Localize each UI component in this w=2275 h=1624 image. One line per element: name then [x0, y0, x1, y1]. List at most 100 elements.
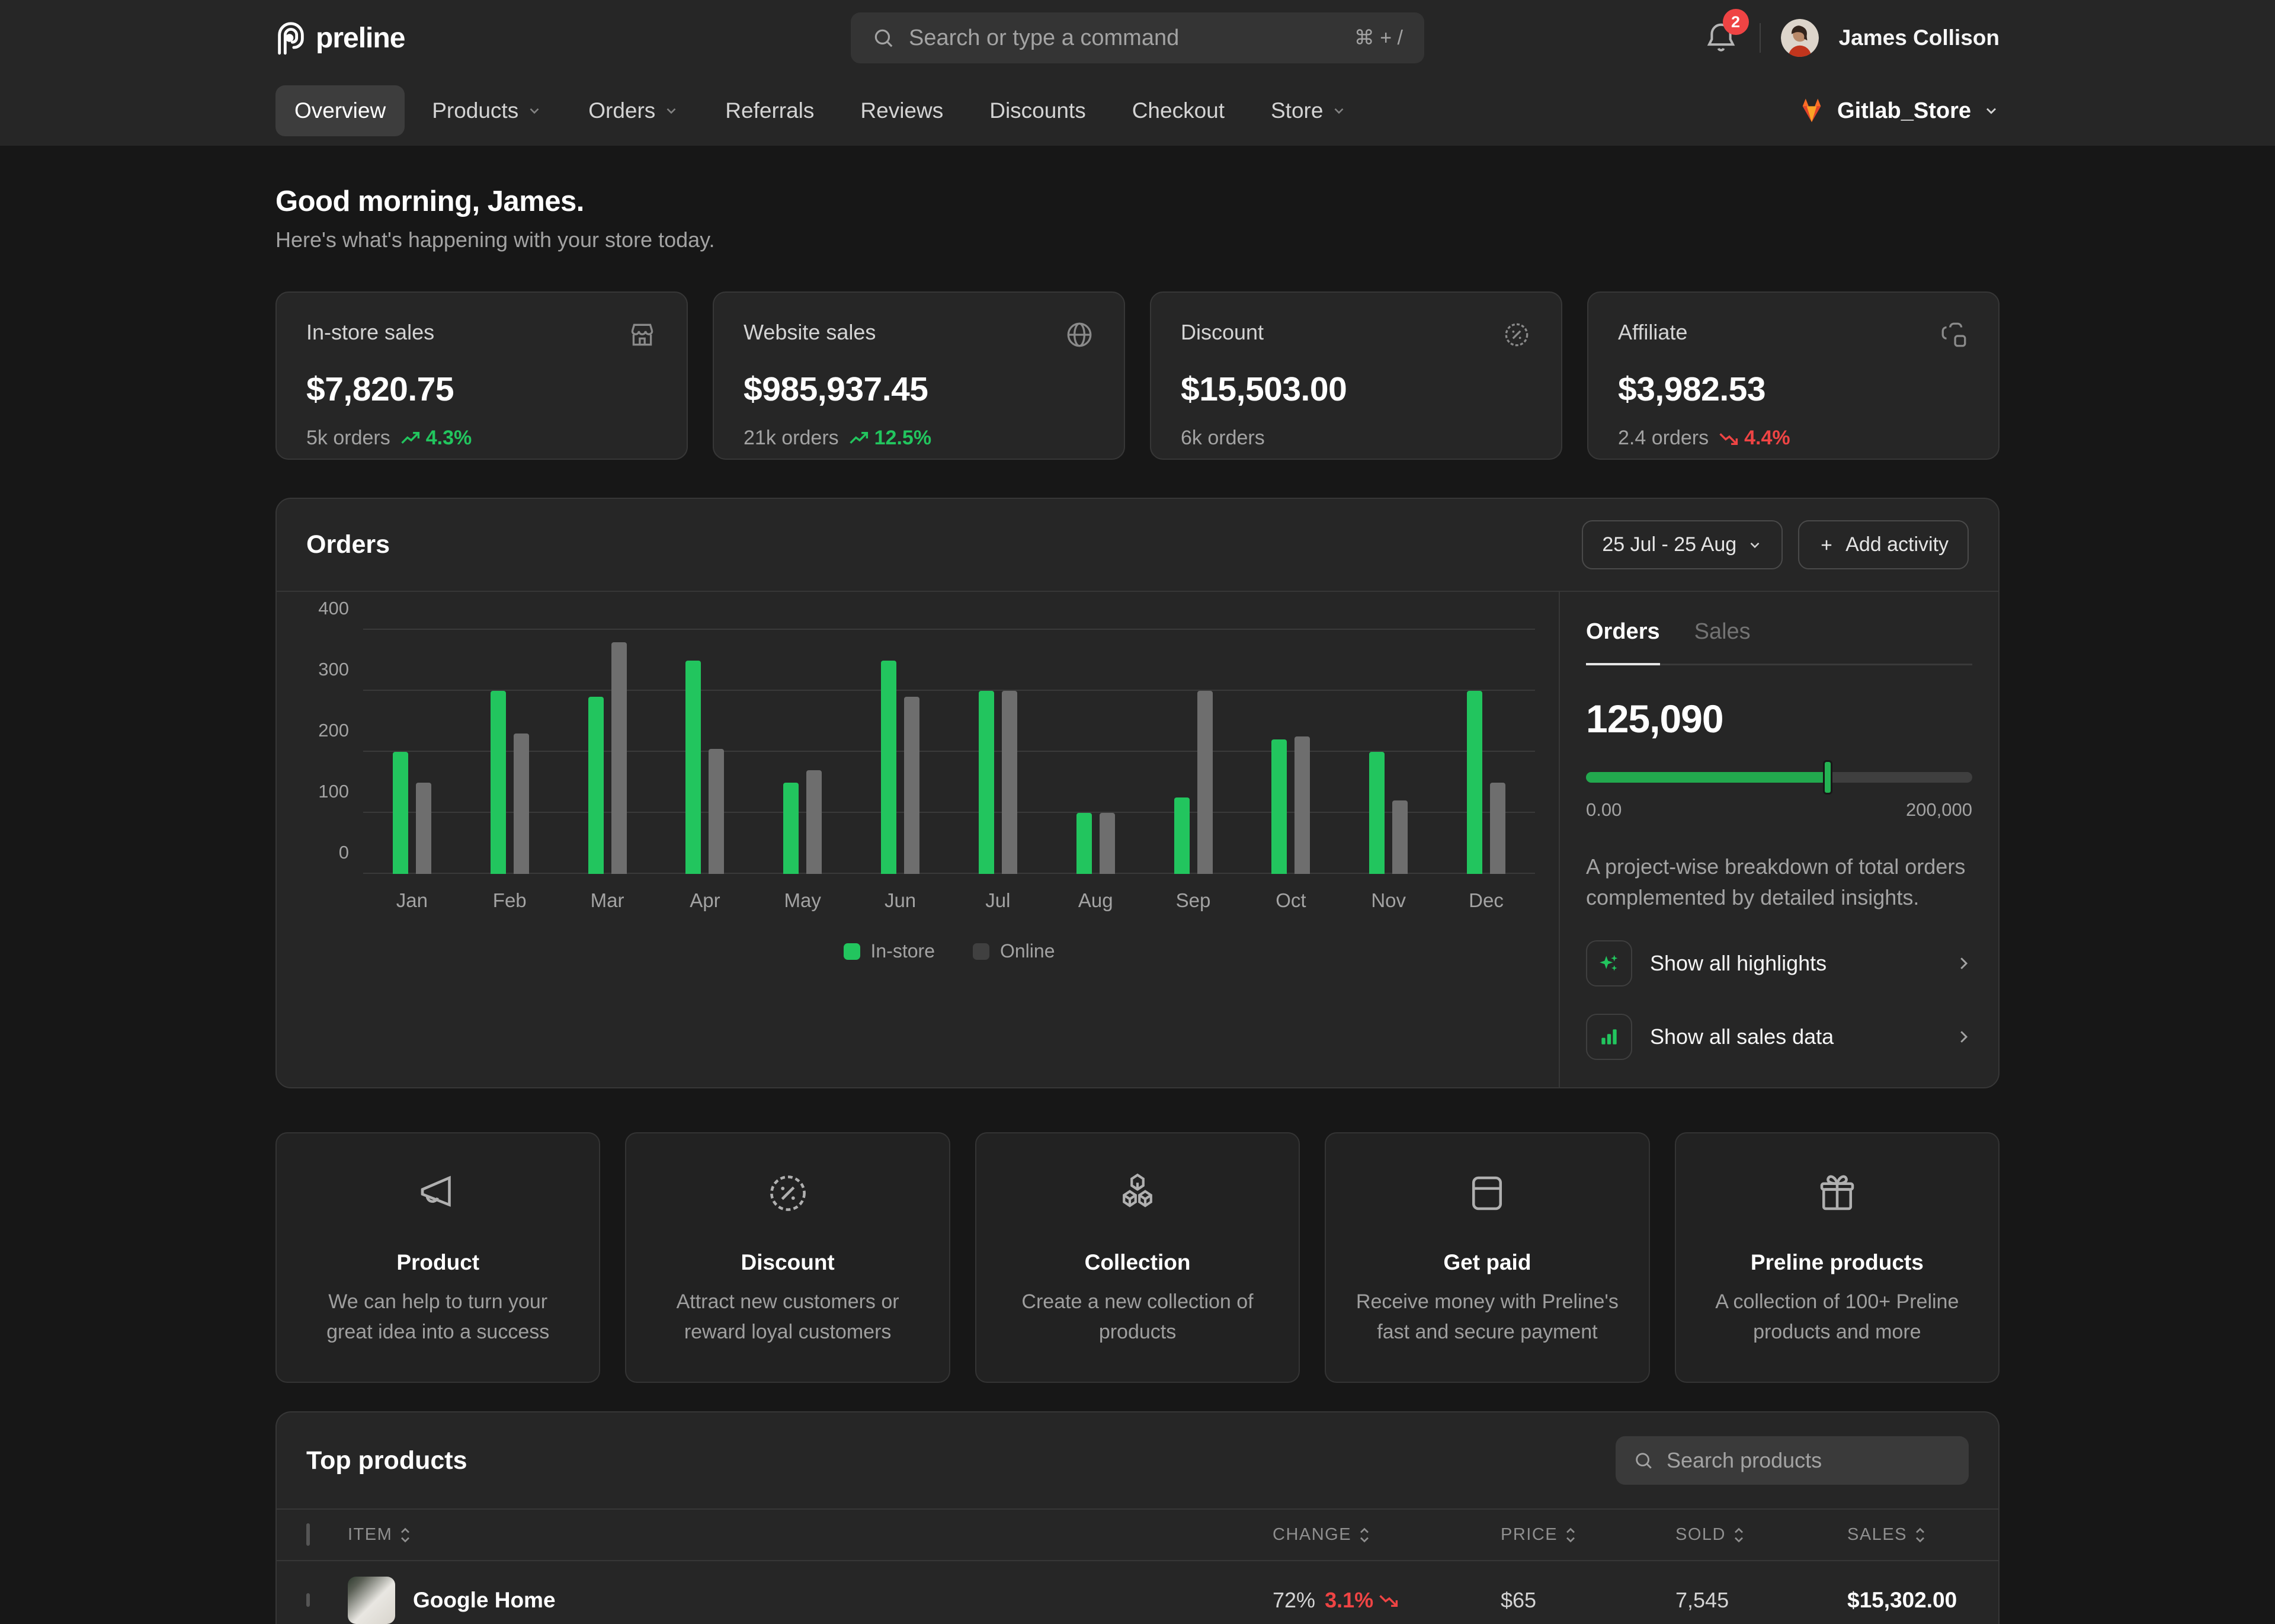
- legend-label: In-store: [871, 940, 935, 962]
- show-all-sales-data-link[interactable]: Show all sales data: [1586, 1014, 1972, 1060]
- main-content: Good morning, James. Here's what's happe…: [275, 185, 2000, 1624]
- bar-in-store-jul[interactable]: [979, 691, 994, 874]
- bar-in-store-aug[interactable]: [1076, 813, 1092, 874]
- bar-group-jan[interactable]: [363, 630, 461, 874]
- bar-group-apr[interactable]: [656, 630, 754, 874]
- column-header-sold[interactable]: SOLD: [1675, 1525, 1745, 1545]
- stat-card-discount[interactable]: Discount $15,503.00 6k orders: [1150, 292, 1562, 460]
- bar-in-store-apr[interactable]: [685, 661, 701, 875]
- nav-item-products[interactable]: Products: [413, 85, 561, 136]
- globe-icon: [1065, 320, 1094, 350]
- column-header-change[interactable]: CHANGE: [1273, 1525, 1370, 1545]
- nav-item-discounts[interactable]: Discounts: [970, 85, 1104, 136]
- row-checkbox[interactable]: [306, 1593, 310, 1607]
- bar-group-may[interactable]: [754, 630, 851, 874]
- bar-group-dec[interactable]: [1437, 630, 1535, 874]
- trend-down-badge: 4.4%: [1719, 427, 1790, 450]
- bar-online-mar[interactable]: [611, 642, 627, 874]
- feature-card-preline-products[interactable]: Preline products A collection of 100+ Pr…: [1675, 1132, 2000, 1383]
- bar-online-feb[interactable]: [514, 733, 529, 874]
- x-tick-label: Jan: [363, 889, 461, 912]
- legend-item-online[interactable]: Online: [973, 940, 1055, 962]
- stat-value: $3,982.53: [1618, 370, 1969, 409]
- select-all-checkbox[interactable]: [306, 1523, 310, 1546]
- bar-online-sep[interactable]: [1197, 691, 1213, 874]
- global-search[interactable]: ⌘ + /: [851, 12, 1424, 63]
- column-header-price[interactable]: PRICE: [1501, 1525, 1577, 1545]
- bar-group-nov[interactable]: [1340, 630, 1437, 874]
- date-range-button[interactable]: 25 Jul - 25 Aug: [1582, 520, 1783, 569]
- feature-card-discount[interactable]: Discount Attract new customers or reward…: [625, 1132, 950, 1383]
- preline-logo[interactable]: preline: [275, 21, 405, 55]
- stat-card-website-sales[interactable]: Website sales $985,937.45 21k orders 12.…: [713, 292, 1125, 460]
- orders-progress-slider[interactable]: [1586, 772, 1972, 783]
- bar-group-mar[interactable]: [559, 630, 656, 874]
- bar-group-feb[interactable]: [461, 630, 559, 874]
- sales-cell: $15,302.00: [1847, 1588, 1957, 1612]
- bar-in-store-jan[interactable]: [393, 752, 408, 874]
- show-all-highlights-link[interactable]: Show all highlights: [1586, 940, 1972, 986]
- bar-online-jan[interactable]: [416, 783, 431, 875]
- bar-online-jul[interactable]: [1002, 691, 1017, 874]
- table-row[interactable]: Google Home 72% 3.1% $65 7,545: [277, 1561, 1998, 1624]
- main-nav: Overview Products Orders Referrals Revie…: [0, 76, 2275, 146]
- sort-icon: [1733, 1526, 1745, 1544]
- add-activity-button[interactable]: Add activity: [1798, 520, 1969, 569]
- bar-group-jun[interactable]: [851, 630, 949, 874]
- nav-item-store[interactable]: Store: [1252, 85, 1366, 136]
- feature-desc: Attract new customers or reward loyal cu…: [652, 1287, 922, 1347]
- bar-in-store-feb[interactable]: [491, 691, 506, 874]
- bar-group-jul[interactable]: [949, 630, 1047, 874]
- stat-label: Discount: [1181, 320, 1264, 345]
- cubes-icon: [1114, 1170, 1161, 1216]
- stat-orders: 21k orders: [744, 427, 839, 450]
- user-name[interactable]: James Collison: [1839, 25, 2000, 50]
- column-header-sales[interactable]: SALES: [1847, 1525, 1926, 1545]
- nav-item-checkout[interactable]: Checkout: [1113, 85, 1244, 136]
- bar-in-store-jun[interactable]: [881, 661, 896, 875]
- products-search[interactable]: [1616, 1436, 1969, 1485]
- notifications-button[interactable]: 2: [1705, 21, 1739, 55]
- store-selector[interactable]: Gitlab_Store: [1798, 98, 2000, 124]
- bar-group-oct[interactable]: [1242, 630, 1340, 874]
- bar-online-aug[interactable]: [1100, 813, 1115, 874]
- feature-title: Preline products: [1702, 1250, 1972, 1275]
- nav-item-referrals[interactable]: Referrals: [706, 85, 833, 136]
- search-input[interactable]: [909, 25, 1340, 51]
- bar-online-may[interactable]: [806, 770, 822, 874]
- stat-card-in-store-sales[interactable]: In-store sales $7,820.75 5k orders 4.3%: [275, 292, 688, 460]
- progress-thumb[interactable]: [1823, 760, 1832, 795]
- bar-online-oct[interactable]: [1294, 736, 1310, 874]
- bar-group-aug[interactable]: [1047, 630, 1145, 874]
- bar-in-store-oct[interactable]: [1271, 739, 1287, 874]
- bar-in-store-may[interactable]: [783, 783, 799, 875]
- product-thumbnail: [348, 1577, 395, 1624]
- avatar[interactable]: [1781, 19, 1819, 57]
- tab-sales[interactable]: Sales: [1694, 619, 1751, 664]
- stat-label: In-store sales: [306, 320, 434, 345]
- bar-online-nov[interactable]: [1392, 800, 1408, 874]
- nav-item-orders[interactable]: Orders: [569, 85, 698, 136]
- bar-group-sep[interactable]: [1145, 630, 1242, 874]
- bar-online-dec[interactable]: [1490, 783, 1505, 875]
- feature-card-collection[interactable]: Collection Create a new collection of pr…: [975, 1132, 1300, 1383]
- orders-description: A project-wise breakdown of total orders…: [1586, 851, 1972, 913]
- tab-orders[interactable]: Orders: [1586, 619, 1660, 664]
- stat-card-affiliate[interactable]: Affiliate $3,982.53 2.4 orders 4.4%: [1587, 292, 2000, 460]
- nav-item-overview[interactable]: Overview: [275, 85, 405, 136]
- feature-card-get-paid[interactable]: Get paid Receive money with Preline's fa…: [1325, 1132, 1649, 1383]
- nav-item-reviews[interactable]: Reviews: [841, 85, 962, 136]
- feature-card-product[interactable]: Product We can help to turn your great i…: [275, 1132, 600, 1383]
- bar-in-store-mar[interactable]: [588, 697, 604, 874]
- bar-online-jun[interactable]: [904, 697, 919, 874]
- bar-in-store-dec[interactable]: [1467, 691, 1482, 874]
- products-search-input[interactable]: [1667, 1448, 1951, 1473]
- column-header-item[interactable]: ITEM: [348, 1525, 411, 1545]
- bar-online-apr[interactable]: [709, 749, 724, 874]
- legend-item-in-store[interactable]: In-store: [844, 940, 935, 962]
- bar-in-store-sep[interactable]: [1174, 797, 1190, 874]
- legend-label: Online: [1000, 940, 1055, 962]
- sparkles-icon: [1586, 940, 1632, 986]
- bar-in-store-nov[interactable]: [1369, 752, 1385, 874]
- trend-up-icon: [401, 431, 421, 446]
